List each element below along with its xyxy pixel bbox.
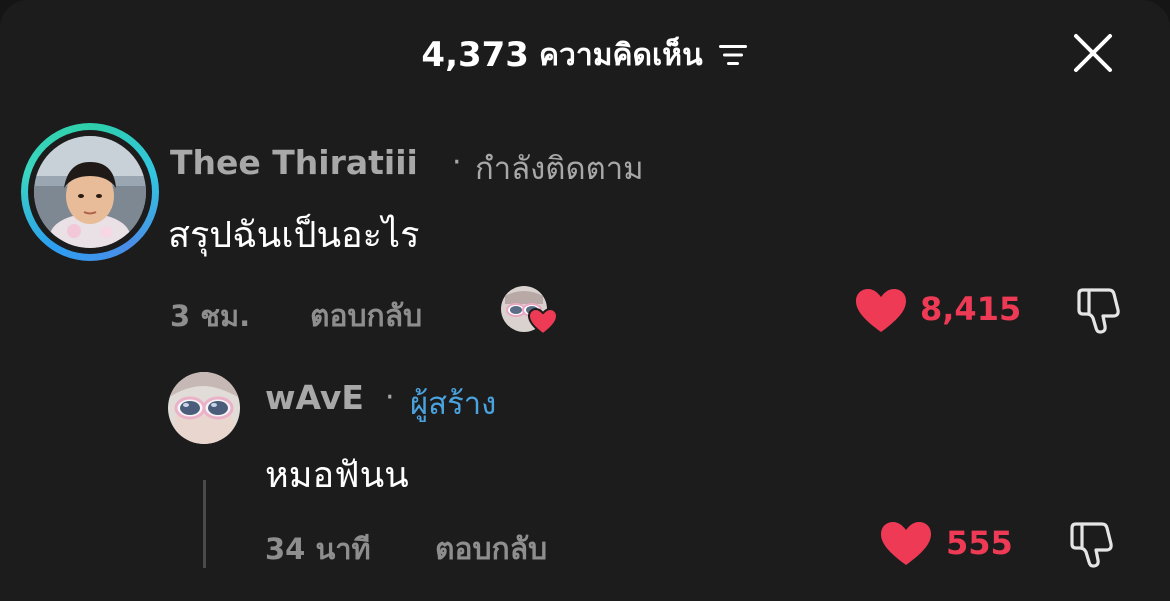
reply-reply-button[interactable]: ตอบกลับ [435, 526, 547, 573]
commenter-username[interactable]: Thee Thiratiii [170, 143, 418, 182]
comment-count: 4,373 [421, 35, 529, 75]
comments-label: ความคิดเห็น [538, 37, 703, 73]
comments-header: 4,373 ความคิดเห็น [0, 30, 1170, 80]
reply-dislike-icon[interactable] [1066, 520, 1116, 570]
creator-face-image [168, 372, 240, 444]
reply-timestamp: 34 นาที [265, 532, 371, 566]
creator-heart-badge-icon [528, 308, 558, 336]
comment-text: สรุปฉันเป็นอะไร [168, 215, 420, 256]
reply-text: หมอฟันน [265, 455, 409, 496]
close-icon[interactable] [1072, 32, 1114, 74]
reply-username-separator: · [385, 380, 395, 415]
reply-username[interactable]: wAvE [265, 378, 364, 417]
comments-sheet: 4,373 ความคิดเห็น Thee Thiratiii · กำลัง… [0, 0, 1170, 601]
reply-like-heart-icon[interactable] [880, 521, 932, 567]
thread-line [203, 480, 206, 568]
reply-avatar[interactable] [168, 372, 240, 444]
like-heart-icon[interactable] [855, 288, 907, 334]
reply-like-count: 555 [946, 524, 1013, 562]
child-portrait-image [34, 136, 146, 248]
like-count: 8,415 [920, 290, 1022, 328]
avatar-photo [34, 136, 146, 248]
reply-button[interactable]: ตอบกลับ [310, 293, 422, 340]
username-separator: · [452, 145, 462, 180]
creator-badge: ผู้สร้าง [410, 386, 497, 422]
commenter-avatar[interactable] [21, 123, 159, 261]
sort-icon[interactable] [717, 41, 749, 69]
following-label: กำลังติดตาม [475, 151, 644, 187]
avatar-gap [28, 130, 152, 254]
comment-timestamp: 3 ชม. [170, 299, 251, 333]
dislike-icon[interactable] [1073, 286, 1123, 336]
